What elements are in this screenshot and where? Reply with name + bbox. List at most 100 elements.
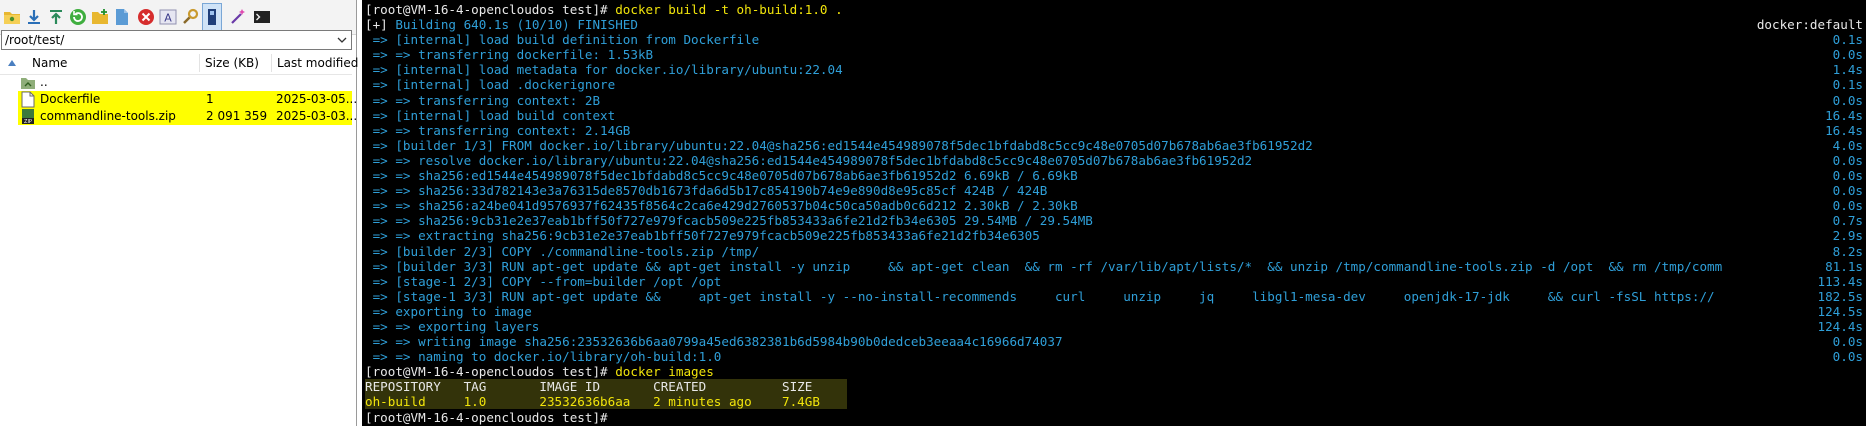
terminal-line-text: => [stage-1 2/3] COPY --from=builder /op… <box>365 273 722 289</box>
step-duration: 16.4s <box>1825 107 1863 123</box>
open-folder-icon[interactable] <box>2 7 22 27</box>
terminal-line: [root@VM-16-4-opencloudos test]# <box>365 410 1863 425</box>
terminal-line-text: [+] Building 640.1s (10/10) FINISHED <box>365 17 638 32</box>
step-duration: 124.5s <box>1817 303 1864 319</box>
path-combobox[interactable]: /root/test/ <box>1 30 352 50</box>
terminal-line: => => exporting layers 124.4s <box>365 319 1863 334</box>
new-file-icon[interactable] <box>112 7 132 27</box>
column-divider[interactable] <box>199 54 200 72</box>
console-icon[interactable] <box>252 7 272 27</box>
step-duration: 0.0s <box>1832 92 1863 108</box>
file-row-dockerfile[interactable]: Dockerfile 1 2025-03-05... <box>18 91 357 108</box>
terminal-line: => [builder 2/3] COPY ./commandline-tool… <box>365 244 1863 259</box>
terminal[interactable]: [root@VM-16-4-opencloudos test]# docker … <box>362 0 1866 426</box>
terminal-line: => => sha256:a24be041d9576937f62435f8564… <box>365 198 1863 213</box>
terminal-line-text: => => transferring dockerfile: 1.53kB <box>365 47 654 62</box>
step-duration: 16.4s <box>1825 122 1863 138</box>
terminal-line: => [stage-1 2/3] COPY --from=builder /op… <box>365 274 1863 289</box>
step-duration: 1.4s <box>1832 62 1863 78</box>
terminal-text: [root@VM-16-4-opencloudos test]# <box>365 409 616 425</box>
terminal-line-text: => => sha256:a24be041d9576937f62435f8564… <box>365 198 1078 213</box>
terminal-line-text: => => transferring context: 2.14GB <box>365 123 631 138</box>
build-status-text: Building 640.1s (10/10) FINISHED <box>395 17 638 33</box>
column-divider[interactable] <box>271 54 272 72</box>
terminal-text: => => extracting sha256:9cb31e2e37eab1bf… <box>365 228 1040 244</box>
sort-ascending-icon[interactable] <box>8 60 16 66</box>
delete-icon[interactable] <box>136 7 156 27</box>
terminal-line: [root@VM-16-4-opencloudos test]# docker … <box>365 2 1863 17</box>
parent-directory-label: .. <box>40 75 48 89</box>
terminal-line: => => sha256:33d782143e3a76315de8570db16… <box>365 183 1863 198</box>
terminal-text: => [stage-1 2/3] COPY --from=builder /op… <box>365 273 722 289</box>
column-last-modified[interactable]: Last modified <box>277 56 358 70</box>
chevron-down-icon[interactable] <box>336 34 348 46</box>
terminal-line-text: => [builder 1/3] FROM docker.io/library/… <box>365 138 1313 153</box>
parent-directory-row[interactable]: .. <box>18 74 352 91</box>
properties-icon[interactable] <box>180 7 200 27</box>
terminal-line-text: => [internal] load metadata for docker.i… <box>365 62 843 77</box>
step-duration: 0.1s <box>1832 32 1863 48</box>
step-duration: 81.1s <box>1825 258 1863 274</box>
file-modified: 2025-03-03... <box>276 109 358 123</box>
new-folder-icon[interactable] <box>90 7 110 27</box>
column-name[interactable]: Name <box>32 56 67 70</box>
terminal-line-text: => => naming to docker.io/library/oh-bui… <box>365 349 722 365</box>
terminal-text: => [internal] load build definition from… <box>365 32 760 48</box>
step-duration: 182.5s <box>1817 288 1864 304</box>
terminal-line-text: => => exporting layers <box>365 319 540 334</box>
terminal-line-text: [root@VM-16-4-opencloudos test]# docker … <box>365 2 843 17</box>
step-duration: 8.2s <box>1832 243 1863 259</box>
file-row-commandline-tools-zip[interactable]: ZIP commandline-tools.zip 2 091 359 2025… <box>18 108 357 125</box>
terminal-line-text: => => sha256:33d782143e3a76315de8570db16… <box>365 183 1048 198</box>
step-duration: 0.0s <box>1832 47 1863 63</box>
terminal-line: => [internal] load build context 16.4s <box>365 108 1863 123</box>
terminal-line: => => writing image sha256:23532636b6aa0… <box>365 334 1863 349</box>
terminal-line-text: [root@VM-16-4-opencloudos test]# docker … <box>365 364 714 379</box>
terminal-command: docker images <box>615 364 714 380</box>
builder-name: docker:default <box>1756 17 1863 33</box>
terminal-text: => => resolve docker.io/library/ubuntu:2… <box>365 152 1253 168</box>
terminal-line-text: => => transferring context: 2B <box>365 93 600 108</box>
svg-text:A: A <box>164 12 172 25</box>
step-duration: 113.4s <box>1817 273 1864 289</box>
upload-icon[interactable] <box>46 7 66 27</box>
terminal-text: => [builder 2/3] COPY ./commandline-tool… <box>365 243 760 259</box>
terminal-line: => => transferring context: 2.14GB 16.4s <box>365 123 1863 138</box>
file-name: Dockerfile <box>40 92 101 106</box>
terminal-line-text: => [internal] load .dockerignore <box>365 77 616 92</box>
rename-icon[interactable]: A <box>158 7 178 27</box>
path-text: /root/test/ <box>5 33 65 47</box>
terminal-text: => => writing image sha256:23532636b6aa0… <box>365 334 1063 350</box>
magic-wand-icon[interactable] <box>228 7 248 27</box>
column-size[interactable]: Size (KB) <box>205 56 259 70</box>
terminal-text: => => naming to docker.io/library/oh-bui… <box>365 349 722 365</box>
svg-text:ZIP: ZIP <box>24 119 32 125</box>
terminal-line-text: => => sha256:ed1544e454989078f5dec1bfdab… <box>365 168 1078 183</box>
parent-folder-icon <box>21 78 35 89</box>
terminal-line-text: => [builder 3/3] RUN apt-get update && a… <box>365 259 1723 274</box>
terminal-line-text: [root@VM-16-4-opencloudos test]# <box>365 410 615 425</box>
terminal-line: REPOSITORY TAG IMAGE ID CREATED SIZE <box>365 379 1863 395</box>
step-duration: 0.0s <box>1832 198 1863 214</box>
download-icon[interactable] <box>24 7 44 27</box>
step-duration: 124.4s <box>1817 318 1864 334</box>
terminal-line: => => sha256:ed1544e454989078f5dec1bfdab… <box>365 168 1863 183</box>
terminal-line-text: => [stage-1 3/3] RUN apt-get update && a… <box>365 289 1715 304</box>
terminal-line-text: => => resolve docker.io/library/ubuntu:2… <box>365 152 1253 168</box>
terminal-text: REPOSITORY TAG IMAGE ID CREATED SIZE <box>365 379 813 395</box>
step-duration: 0.0s <box>1832 334 1863 350</box>
terminal-line-text: => [internal] load build context <box>365 107 616 123</box>
step-duration: 0.0s <box>1832 168 1863 184</box>
step-duration: 2.9s <box>1832 228 1863 244</box>
terminal-command: docker build -t oh-build:1.0 . <box>615 2 843 17</box>
terminal-line: => => sha256:9cb31e2e37eab1bff50f727e979… <box>365 213 1863 228</box>
terminal-line: oh-build 1.0 23532636b6aa 2 minutes ago … <box>365 394 1863 410</box>
terminal-text: [root@VM-16-4-opencloudos test]# <box>365 364 616 380</box>
terminal-line: => => naming to docker.io/library/oh-bui… <box>365 349 1863 364</box>
refresh-icon[interactable] <box>68 7 88 27</box>
terminal-toggle-icon[interactable] <box>202 3 222 31</box>
terminal-line-text: => exporting to image <box>365 304 532 319</box>
terminal-text: => [internal] load build context <box>365 107 616 123</box>
step-duration: 0.0s <box>1832 349 1863 365</box>
terminal-text: [root@VM-16-4-opencloudos test]# <box>365 2 616 17</box>
